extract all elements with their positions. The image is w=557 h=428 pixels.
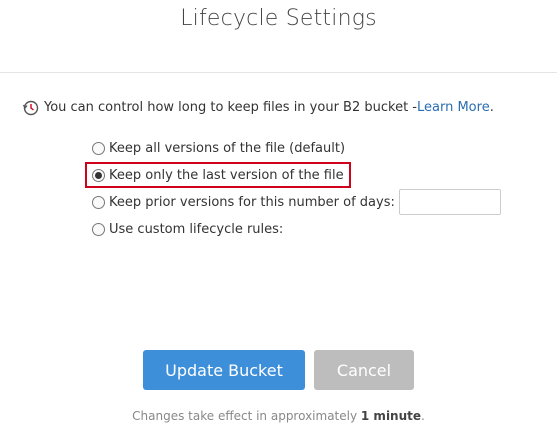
radio-keep-days[interactable]	[92, 195, 105, 209]
info-text: You can control how long to keep files i…	[44, 100, 417, 115]
footnote-prefix: Changes take effect in approximately	[132, 409, 361, 423]
days-input[interactable]	[398, 189, 501, 215]
option-keep-all[interactable]: Keep all versions of the file (default)	[92, 138, 501, 158]
option-custom-rules-label: Use custom lifecycle rules:	[109, 221, 284, 237]
radio-custom-rules[interactable]	[92, 222, 105, 236]
radio-keep-all[interactable]	[92, 141, 105, 155]
footnote: Changes take effect in approximately 1 m…	[0, 409, 557, 423]
cancel-button[interactable]: Cancel	[314, 350, 414, 390]
learn-more-link[interactable]: Learn More	[417, 100, 490, 115]
clock-history-icon	[22, 99, 39, 116]
info-suffix: .	[489, 100, 494, 115]
radio-keep-last[interactable]	[92, 168, 105, 182]
info-line: You can control how long to keep files i…	[22, 99, 494, 116]
lifecycle-options: Keep all versions of the file (default) …	[85, 138, 501, 246]
option-keep-last[interactable]: Keep only the last version of the file	[85, 162, 351, 188]
dialog-title: Lifecycle Settings	[180, 6, 377, 31]
option-keep-days[interactable]: Keep prior versions for this number of d…	[92, 189, 501, 215]
footnote-emphasis: 1 minute	[360, 409, 422, 423]
option-keep-days-label: Keep prior versions for this number of d…	[109, 194, 395, 210]
option-custom-rules[interactable]: Use custom lifecycle rules:	[92, 219, 501, 239]
header-divider	[0, 72, 557, 73]
option-keep-all-label: Keep all versions of the file (default)	[109, 140, 346, 156]
update-bucket-button[interactable]: Update Bucket	[143, 350, 305, 390]
footnote-suffix: .	[421, 409, 425, 423]
option-keep-last-label: Keep only the last version of the file	[109, 167, 344, 183]
